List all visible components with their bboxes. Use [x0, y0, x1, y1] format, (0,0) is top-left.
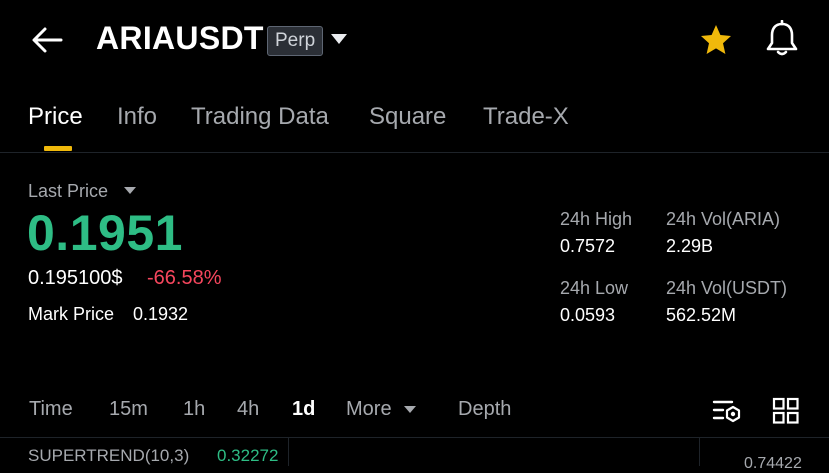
interval-more[interactable]: More — [346, 398, 392, 421]
last-price-value: 0.1951 — [27, 205, 183, 261]
back-arrow-icon — [32, 27, 63, 53]
price-change-percent: -66.58% — [147, 267, 222, 289]
high-24h-label: 24h High — [560, 209, 633, 229]
usd-price: 0.195100$ — [28, 267, 123, 289]
caret-down-icon[interactable] — [331, 34, 347, 44]
last-price-label[interactable]: Last Price — [28, 181, 108, 202]
star-icon — [701, 25, 731, 54]
interval-1h[interactable]: 1h — [183, 398, 205, 421]
alerts-button[interactable] — [764, 19, 800, 58]
mark-price-label: Mark Price — [28, 304, 115, 324]
vol-quote-label: 24h Vol(USDT) — [666, 278, 788, 298]
interval-1d[interactable]: 1d — [292, 398, 315, 421]
active-tab-indicator — [44, 146, 72, 151]
indicator-settings-icon — [712, 400, 741, 423]
interval-4h[interactable]: 4h — [237, 398, 259, 421]
low-24h-label: 24h Low — [560, 278, 629, 298]
vol-quote-value: 562.52M — [666, 305, 737, 325]
interval-15m[interactable]: 15m — [109, 398, 148, 421]
chart-grid-line — [288, 438, 289, 466]
mark-price-value: 0.1932 — [133, 304, 189, 324]
chart-settings-button[interactable] — [712, 397, 742, 425]
tabs-divider — [0, 152, 829, 153]
back-button[interactable] — [28, 24, 68, 56]
supertrend-indicator-label: SUPERTREND(10,3) — [28, 446, 190, 465]
tab-info[interactable]: Info — [117, 103, 157, 131]
perp-badge: Perp — [267, 26, 324, 56]
tab-price[interactable]: Price — [28, 103, 83, 131]
symbol-title[interactable]: ARIAUSDT — [96, 20, 264, 57]
high-24h-value: 0.7572 — [560, 236, 616, 256]
chart-grid-line — [699, 438, 700, 466]
tab-trading-data[interactable]: Trading Data — [191, 103, 329, 131]
layout-grid-button[interactable] — [772, 397, 800, 425]
bell-icon — [766, 19, 798, 56]
depth-tab[interactable]: Depth — [458, 398, 511, 421]
interval-time[interactable]: Time — [29, 398, 73, 421]
grid-icon — [772, 397, 799, 424]
chart-top-divider — [0, 437, 829, 438]
price-axis-label: 0.74422 — [744, 455, 802, 472]
supertrend-indicator-value: 0.32272 — [217, 446, 279, 465]
tab-trade-x[interactable]: Trade-X — [483, 103, 569, 131]
vol-base-value: 2.29B — [666, 236, 714, 256]
low-24h-value: 0.0593 — [560, 305, 616, 325]
favorite-button[interactable] — [698, 22, 734, 58]
chevron-down-icon[interactable] — [124, 187, 136, 194]
vol-base-label: 24h Vol(ARIA) — [666, 209, 781, 229]
chevron-down-icon[interactable] — [404, 406, 416, 413]
tab-square[interactable]: Square — [369, 103, 446, 131]
